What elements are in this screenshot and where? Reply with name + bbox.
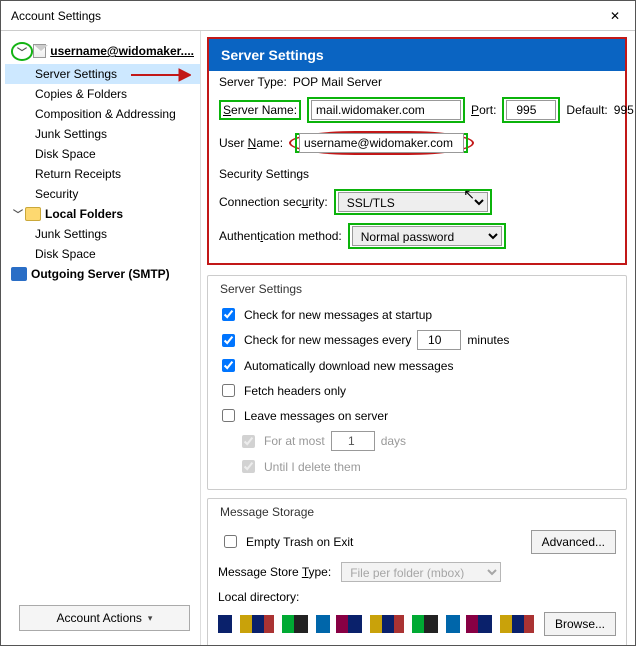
sidebar-item-security[interactable]: Security	[5, 184, 200, 204]
store-type-row: Message Store Type: File per folder (mbo…	[216, 558, 618, 586]
group-title: Server Settings	[216, 282, 306, 296]
store-type-select: File per folder (mbox)	[341, 562, 501, 582]
chevron-down-icon[interactable]: ﹀	[15, 44, 29, 58]
empty-trash-row: Empty Trash on Exit Advanced...	[216, 525, 618, 558]
server-name-highlight	[307, 97, 465, 123]
auth-method-row: Authentication method: Normal password	[209, 219, 625, 253]
username-row: User Name:	[209, 127, 625, 159]
account-actions-button[interactable]: Account Actions ▾	[19, 605, 190, 631]
browse-button[interactable]: Browse...	[544, 612, 616, 636]
days-input	[331, 431, 375, 451]
server-type-label: Server Type:	[219, 75, 287, 89]
check-autodownload[interactable]: Automatically download new messages	[216, 353, 618, 378]
account-label: username@widomaker....	[50, 44, 194, 58]
connection-security-row: Connection security: SSL/TLS	[209, 185, 625, 219]
sidebar-item-local-disk[interactable]: Disk Space	[5, 244, 200, 264]
main-panel: Server Settings Server Type: POP Mail Se…	[201, 31, 635, 645]
security-heading: Security Settings	[209, 159, 625, 185]
check-empty-trash[interactable]: Empty Trash on Exit	[218, 529, 521, 554]
checkbox[interactable]	[222, 308, 235, 321]
content: ﹀ username@widomaker.... Server Settings…	[1, 31, 635, 645]
checkbox[interactable]	[222, 409, 235, 422]
sidebar-item-server-settings[interactable]: Server Settings	[5, 64, 200, 84]
check-atmost: For at mostdays	[216, 428, 618, 454]
checkbox[interactable]	[222, 359, 235, 372]
dropdown-arrow-icon: ▾	[148, 613, 153, 624]
checkbox[interactable]	[222, 384, 235, 397]
check-headers[interactable]: Fetch headers only	[216, 378, 618, 403]
sidebar-item-receipts[interactable]: Return Receipts	[5, 164, 200, 184]
server-name-label: Server Name:	[219, 100, 301, 120]
auth-method-label: Authentication method:	[219, 229, 342, 243]
checkbox	[242, 460, 255, 473]
account-tree: ﹀ username@widomaker.... Server Settings…	[5, 39, 200, 599]
account-node[interactable]: ﹀ username@widomaker....	[5, 39, 200, 64]
panel-header: Server Settings	[209, 39, 625, 71]
server-settings-group: Server Settings Check for new messages a…	[207, 275, 627, 490]
connection-security-select[interactable]: SSL/TLS	[338, 192, 488, 212]
connection-security-label: Connection security:	[219, 195, 328, 209]
check-interval[interactable]: Check for new messages everyminutes	[216, 327, 618, 353]
interval-input[interactable]	[417, 330, 461, 350]
sidebar-item-copies[interactable]: Copies & Folders	[5, 84, 200, 104]
checkbox[interactable]	[224, 535, 237, 548]
port-highlight	[502, 97, 560, 123]
sidebar-item-local-junk[interactable]: Junk Settings	[5, 224, 200, 244]
username-label: User Name:	[219, 136, 283, 150]
chevron-down-icon[interactable]: ﹀	[11, 207, 25, 221]
expand-annotation: ﹀	[11, 42, 33, 61]
server-name-input[interactable]	[311, 100, 461, 120]
local-dir-label: Local directory:	[218, 590, 299, 604]
username-annotation	[289, 131, 474, 155]
local-dir-row: Browse...	[216, 608, 618, 640]
smtp-node[interactable]: Outgoing Server (SMTP)	[5, 264, 200, 284]
mail-icon	[33, 44, 46, 58]
checkbox[interactable]	[222, 334, 235, 347]
server-type-value: POP Mail Server	[293, 75, 382, 89]
check-leave[interactable]: Leave messages on server	[216, 403, 618, 428]
checkbox	[242, 435, 255, 448]
port-input[interactable]	[506, 100, 556, 120]
window-title: Account Settings	[11, 9, 605, 23]
server-name-row: Server Name: Port: Default: 995	[209, 93, 625, 127]
auth-method-select[interactable]: Normal password	[352, 226, 502, 246]
default-port-label: Default:	[566, 103, 607, 117]
server-icon	[11, 267, 27, 281]
username-input[interactable]	[299, 133, 464, 153]
sidebar-item-junk[interactable]: Junk Settings	[5, 124, 200, 144]
sidebar-item-composition[interactable]: Composition & Addressing	[5, 104, 200, 124]
sidebar: ﹀ username@widomaker.... Server Settings…	[1, 31, 201, 645]
message-storage-group: Message Storage Empty Trash on Exit Adva…	[207, 498, 627, 645]
account-actions-label: Account Actions	[57, 611, 142, 625]
group-title: Message Storage	[216, 505, 318, 519]
local-folders-node[interactable]: ﹀ Local Folders	[5, 204, 200, 224]
store-type-label: Message Store Type:	[218, 565, 331, 579]
titlebar: Account Settings ✕	[1, 1, 635, 31]
advanced-button[interactable]: Advanced...	[531, 530, 616, 554]
port-label: Port:	[471, 103, 496, 117]
local-dir-label-row: Local directory:	[216, 586, 618, 608]
close-icon[interactable]: ✕	[605, 9, 625, 23]
folder-icon	[25, 207, 41, 221]
default-port-value: 995	[614, 103, 634, 117]
server-settings-highlight: Server Settings Server Type: POP Mail Se…	[207, 37, 627, 265]
check-startup[interactable]: Check for new messages at startup	[216, 302, 618, 327]
sidebar-item-disk[interactable]: Disk Space	[5, 144, 200, 164]
check-until-delete: Until I delete them	[216, 454, 618, 479]
local-dir-path	[218, 615, 534, 633]
server-type-row: Server Type: POP Mail Server	[209, 71, 625, 93]
